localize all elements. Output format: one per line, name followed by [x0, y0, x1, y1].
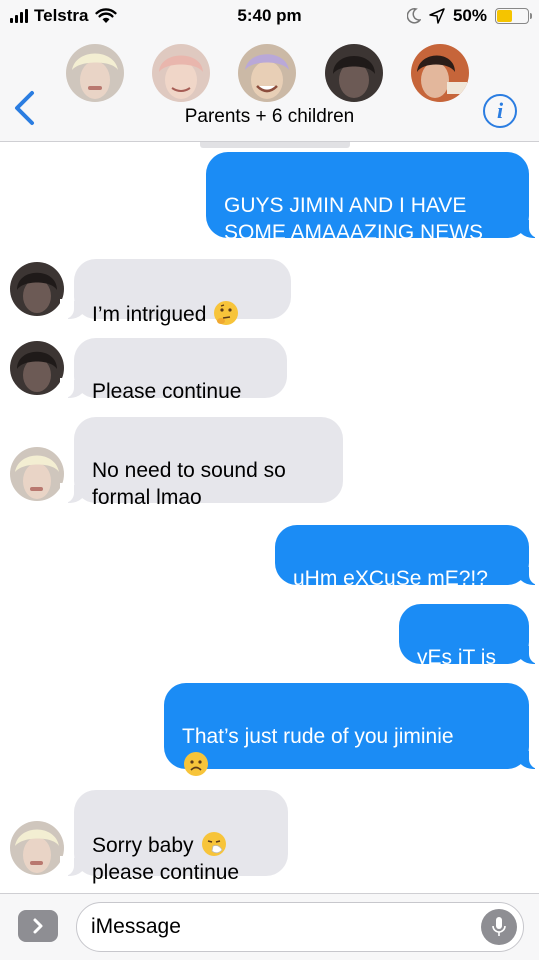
participant-avatar[interactable] — [411, 44, 469, 102]
status-bar: Telstra 5:40 pm 50% — [0, 0, 539, 32]
incoming-message-bubble[interactable]: No need to sound so formal lmao — [60, 417, 343, 509]
microphone-icon — [492, 917, 506, 936]
message-text: That’s just rude of you jiminie — [182, 725, 454, 748]
microphone-button[interactable] — [481, 909, 517, 945]
message-text: No need to sound so formal lmao — [92, 459, 286, 509]
outgoing-message-bubble[interactable]: That’s just rude of you jiminie — [164, 683, 539, 776]
status-right: 50% — [406, 6, 532, 26]
message-text: yEs iT is — [417, 646, 496, 669]
incoming-message-bubble[interactable]: I’m intrigued — [60, 259, 291, 326]
participant-avatar[interactable] — [238, 44, 296, 102]
battery-percent: 50% — [452, 6, 487, 25]
message-input-bar: iMessage — [0, 893, 539, 960]
timestamp-fragment — [200, 142, 350, 148]
info-button[interactable]: i — [483, 94, 517, 128]
message-text: GUYS JIMIN AND I HAVE SOME AMAAAZING NEW… — [224, 194, 484, 244]
message-text: please continue — [92, 861, 240, 884]
conversation-header: Telstra 5:40 pm 50% Parents + 6 children… — [0, 0, 539, 142]
sender-avatar[interactable] — [10, 447, 64, 501]
participant-avatar[interactable] — [325, 44, 383, 102]
message-text: I’m intrigued — [92, 303, 207, 326]
incoming-message-bubble[interactable]: Sorry baby please continue — [60, 790, 288, 884]
sender-avatar[interactable] — [10, 262, 64, 316]
message-text: Sorry baby — [92, 834, 194, 857]
imessage-input[interactable]: iMessage — [76, 902, 524, 952]
chevron-right-icon — [33, 918, 43, 934]
frowning-face-emoji-icon — [184, 752, 208, 776]
sneezing-face-emoji-icon — [201, 832, 226, 856]
group-avatars[interactable] — [0, 44, 539, 106]
input-placeholder: iMessage — [91, 915, 181, 938]
apps-button[interactable] — [18, 910, 58, 942]
outgoing-message-bubble[interactable]: uHm eXCuSe mE?!? — [275, 525, 539, 590]
incoming-message-bubble[interactable]: Please continue — [60, 338, 287, 403]
message-thread[interactable]: GUYS JIMIN AND I HAVE SOME AMAAAZING NEW… — [0, 142, 539, 892]
participant-avatar[interactable] — [152, 44, 210, 102]
battery-fill — [497, 10, 512, 22]
conversation-title[interactable]: Parents + 6 children — [0, 106, 539, 128]
battery-icon — [495, 8, 532, 24]
location-arrow-icon — [429, 8, 445, 24]
participant-avatar[interactable] — [66, 44, 124, 102]
message-text: uHm eXCuSe mE?!? — [293, 567, 488, 590]
outgoing-message-bubble[interactable]: yEs iT is — [399, 604, 539, 669]
sender-avatar[interactable] — [10, 821, 64, 875]
outgoing-message-bubble[interactable]: GUYS JIMIN AND I HAVE SOME AMAAAZING NEW… — [206, 152, 539, 244]
thinking-face-emoji-icon — [214, 301, 239, 325]
info-icon: i — [496, 98, 504, 123]
message-text: Please continue — [92, 380, 242, 403]
do-not-disturb-moon-icon — [406, 8, 421, 24]
sender-avatar[interactable] — [10, 341, 64, 395]
